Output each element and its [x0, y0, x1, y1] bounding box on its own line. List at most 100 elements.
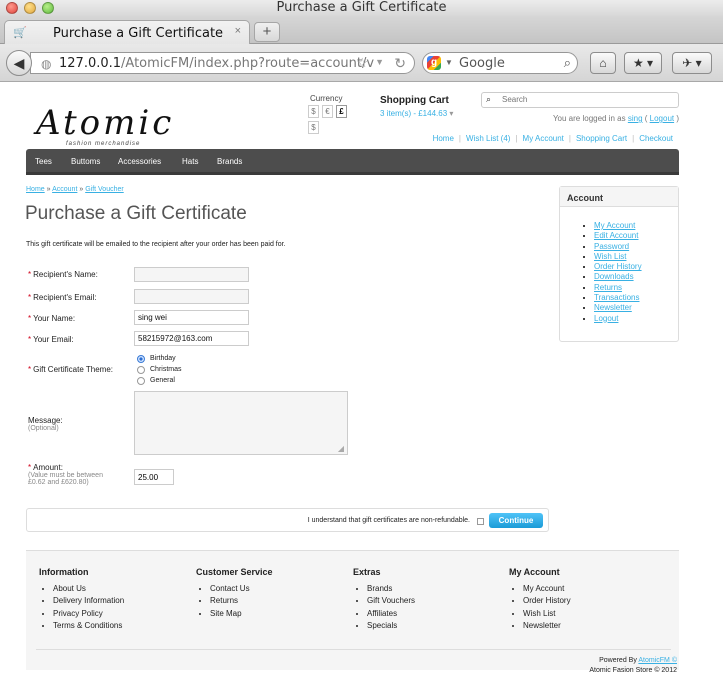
search-engine-dropdown-icon[interactable]: ▼ [445, 58, 453, 67]
top-link-cart[interactable]: Shopping Cart [576, 134, 627, 143]
tab-close-icon[interactable]: × [235, 25, 241, 37]
recipient-name-input[interactable] [134, 267, 249, 282]
window-titlebar: Purchase a Gift Certificate [0, 0, 723, 16]
footer-link[interactable]: Order History [523, 596, 571, 608]
cart-summary[interactable]: 3 item(s) - £144.63 ▾ [380, 109, 453, 118]
breadcrumb-gift-voucher[interactable]: Gift Voucher [85, 186, 124, 193]
menu-item-accessories[interactable]: Accessories [118, 157, 161, 166]
powered-by-link[interactable]: AtomicFM © [638, 657, 677, 664]
menu-item-buttoms[interactable]: Buttoms [71, 157, 100, 166]
footer-link[interactable]: Privacy Policy [53, 609, 124, 621]
footer-heading: Customer Service [196, 567, 273, 577]
footer-link[interactable]: Newsletter [523, 621, 571, 633]
site-search[interactable]: ⌕ [481, 92, 679, 108]
theme-option-birthday[interactable]: Birthday [137, 353, 182, 364]
sidebar-item-returns[interactable]: Returns [594, 283, 678, 293]
home-button[interactable]: ⌂ [590, 52, 616, 74]
theme-option-christmas[interactable]: Christmas [137, 364, 182, 375]
cart-title: Shopping Cart [380, 95, 449, 106]
top-link-home[interactable]: Home [433, 134, 454, 143]
currency-selector: Currency $ € £ $ [308, 94, 347, 134]
your-email-input[interactable]: 58215972@163.com [134, 331, 249, 346]
your-name-label: * Your Name: [28, 314, 76, 323]
currency-other-button[interactable]: $ [308, 121, 319, 134]
footer-link[interactable]: Returns [210, 596, 273, 608]
extensions-button[interactable]: ✈ ▾ [672, 52, 712, 74]
message-textarea[interactable]: ◢ [134, 391, 348, 455]
url-text[interactable]: 127.0.0.1/AtomicFM/index.php?route=accou… [59, 56, 374, 71]
window-title: Purchase a Gift Certificate [276, 0, 447, 15]
account-sidebar: Account My Account Edit Account Password… [559, 186, 679, 342]
agreement-checkbox[interactable] [477, 518, 484, 525]
cart-dropdown-icon: ▾ [449, 109, 454, 118]
footer-link[interactable]: About Us [53, 584, 124, 596]
top-link-wishlist[interactable]: Wish List (4) [466, 134, 510, 143]
mini-cart[interactable]: Shopping Cart 3 item(s) - £144.63 ▾ [380, 95, 453, 118]
footer-link[interactable]: Terms & Conditions [53, 621, 124, 633]
recipient-email-input[interactable] [134, 289, 249, 304]
username-link[interactable]: sing [628, 114, 643, 123]
footer-column-customer-service: Customer Service Contact Us Returns Site… [196, 567, 273, 621]
currency-usd-button[interactable]: $ [308, 105, 319, 118]
search-icon[interactable]: ⌕ [486, 94, 491, 105]
currency-eur-button[interactable]: € [322, 105, 333, 118]
footer-link[interactable]: Contact Us [210, 584, 273, 596]
top-link-account[interactable]: My Account [523, 134, 564, 143]
amount-range-note-2: £0.62 and £620.80) [28, 479, 89, 486]
site-logo[interactable]: Atomic fashion merchandise [36, 95, 171, 153]
footer-link[interactable]: Gift Vouchers [367, 596, 415, 608]
footer-link[interactable]: Brands [367, 584, 415, 596]
recipient-name-label: * Recipient's Name: [28, 270, 98, 279]
sidebar-item-downloads[interactable]: Downloads [594, 272, 678, 282]
bookmark-star-icon[interactable]: ☆ [356, 55, 368, 71]
your-name-input[interactable]: sing wei [134, 310, 249, 325]
reload-icon[interactable]: ↻ [394, 55, 406, 72]
magnifier-icon[interactable]: ⌕ [564, 55, 571, 71]
resize-handle-icon[interactable]: ◢ [338, 444, 344, 453]
search-input[interactable] [502, 95, 672, 104]
sidebar-item-newsletter[interactable]: Newsletter [594, 303, 678, 313]
radio-birthday[interactable] [137, 354, 145, 363]
radio-christmas[interactable] [137, 365, 145, 374]
menu-item-hats[interactable]: Hats [182, 157, 198, 166]
footer-link[interactable]: My Account [523, 584, 571, 596]
new-tab-button[interactable]: + [254, 22, 280, 42]
message-optional-note: (Optional) [28, 425, 59, 432]
footer-link[interactable]: Affiliates [367, 609, 415, 621]
amount-range-note-1: (Value must be between [28, 472, 103, 479]
back-button[interactable]: ◀ [6, 50, 32, 76]
logo-tagline: fashion merchandise [66, 141, 141, 147]
sidebar-item-password[interactable]: Password [594, 242, 678, 252]
theme-label: * Gift Certificate Theme: [28, 365, 114, 374]
sidebar-item-logout[interactable]: Logout [594, 314, 678, 324]
footer-link[interactable]: Specials [367, 621, 415, 633]
amount-input[interactable]: 25.00 [134, 469, 174, 485]
bookmarks-button[interactable]: ★ ▾ [624, 52, 662, 74]
theme-option-general[interactable]: General [137, 375, 182, 386]
currency-gbp-button[interactable]: £ [336, 105, 347, 118]
breadcrumb-account[interactable]: Account [52, 186, 77, 193]
amount-label: * Amount: (Value must be between £0.62 an… [28, 463, 103, 486]
tab-active[interactable]: 🛒 Purchase a Gift Certificate × [4, 20, 250, 44]
cart-favicon-icon: 🛒 [13, 27, 27, 39]
radio-general[interactable] [137, 376, 145, 385]
menu-item-brands[interactable]: Brands [217, 157, 242, 166]
sidebar-item-edit-account[interactable]: Edit Account [594, 231, 678, 241]
continue-button[interactable]: Continue [489, 513, 543, 528]
logout-link[interactable]: Logout [650, 114, 674, 123]
sidebar-item-my-account[interactable]: My Account [594, 221, 678, 231]
globe-icon: ◍ [41, 57, 52, 71]
top-link-checkout[interactable]: Checkout [639, 134, 673, 143]
sidebar-item-order-history[interactable]: Order History [594, 262, 678, 272]
menu-item-tees[interactable]: Tees [35, 157, 52, 166]
url-bar[interactable]: ◍ 127.0.0.1/AtomicFM/index.php?route=acc… [30, 52, 415, 74]
web-search-bar[interactable]: g ▼ Google ⌕ [422, 52, 578, 74]
welcome-text: You are logged in as sing ( Logout ) [552, 114, 679, 123]
footer-link[interactable]: Wish List [523, 609, 571, 621]
footer-link[interactable]: Delivery Information [53, 596, 124, 608]
sidebar-item-wish-list[interactable]: Wish List [594, 252, 678, 262]
sidebar-item-transactions[interactable]: Transactions [594, 293, 678, 303]
history-dropdown-icon[interactable]: ▼ [375, 57, 384, 67]
breadcrumb-home[interactable]: Home [26, 186, 45, 193]
footer-link[interactable]: Site Map [210, 609, 273, 621]
